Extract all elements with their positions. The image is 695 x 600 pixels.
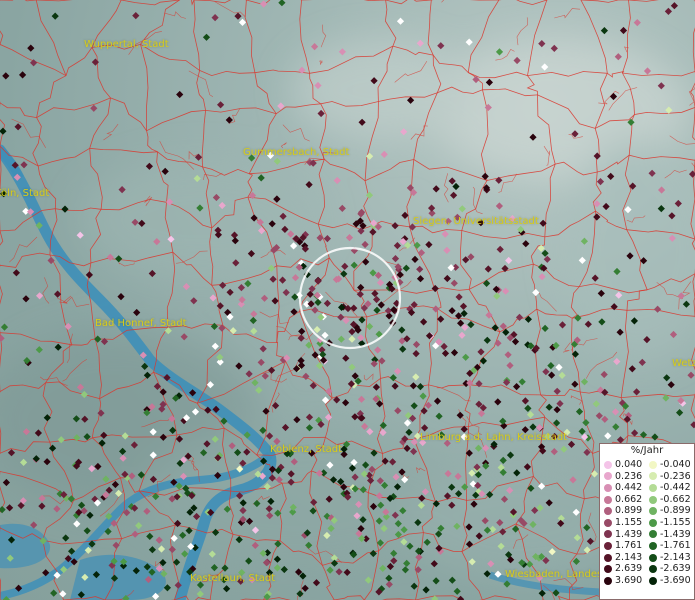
legend-swatch <box>604 530 612 539</box>
legend-swatch <box>649 483 657 492</box>
legend-entry: 0.236 <box>604 471 642 483</box>
city-label: Gummersbach, Stadt <box>243 147 350 158</box>
city-label: Köln, Stadt <box>0 188 50 199</box>
legend-swatch <box>649 495 657 504</box>
legend-entry: 2.143 <box>604 552 642 564</box>
legend-value: 0.040 <box>615 459 643 470</box>
legend-entry: -2.639 <box>649 563 691 575</box>
legend-value: 0.442 <box>615 482 643 494</box>
legend-entry: 2.639 <box>604 563 642 575</box>
legend-entry: -3.690 <box>649 575 691 587</box>
legend-value: -0.662 <box>660 493 691 505</box>
legend-entry: -1.761 <box>649 540 691 552</box>
legend-swatch <box>604 483 612 492</box>
legend-value: 1.761 <box>615 540 643 552</box>
legend-entry: -0.442 <box>649 482 691 494</box>
legend-swatch <box>604 553 612 562</box>
legend-entry: -0.040 <box>649 459 691 471</box>
legend-swatch <box>604 541 612 550</box>
legend-value: -0.899 <box>660 505 691 517</box>
legend-swatch <box>604 518 612 527</box>
legend-swatch <box>649 460 657 469</box>
legend-value: -1.439 <box>660 528 691 540</box>
legend-entry: -0.236 <box>649 471 691 483</box>
city-label: Wetzlar <box>672 358 695 369</box>
legend-entry: -0.662 <box>649 494 691 506</box>
legend-value: -1.761 <box>660 540 691 552</box>
legend-value: 1.155 <box>615 516 643 528</box>
focus-layer <box>298 246 402 350</box>
legend-swatch <box>649 553 657 562</box>
legend-value: -3.690 <box>660 574 691 586</box>
legend-entry: 0.899 <box>604 505 642 517</box>
legend-value: -0.236 <box>660 470 691 482</box>
legend-swatch <box>649 507 657 516</box>
legend-value: -2.639 <box>660 563 691 575</box>
legend-value: 2.639 <box>615 563 643 575</box>
map-view[interactable]: Wuppertal, Stadt Gummersbach, Stadt Köln… <box>0 0 695 600</box>
legend-swatch <box>649 530 657 539</box>
legend-positive-column: 0.040 0.236 0.442 0.662 0.899 1.155 1.439 1.761… <box>604 459 642 587</box>
legend-entry: 0.442 <box>604 482 642 494</box>
legend-swatch <box>604 472 612 481</box>
legend-entry: -1.439 <box>649 529 691 541</box>
legend-entry: 1.761 <box>604 540 642 552</box>
legend-swatch <box>604 565 612 574</box>
legend-entry: 0.662 <box>604 494 642 506</box>
legend-swatch <box>604 507 612 516</box>
legend-swatch <box>649 541 657 550</box>
city-label: Kastellaun, Stadt <box>190 573 276 584</box>
legend-value: -0.442 <box>660 482 691 494</box>
selection-circle[interactable] <box>298 246 402 350</box>
city-label: Koblenz, Stadt <box>270 444 343 455</box>
legend-value: 2.143 <box>615 551 643 563</box>
legend-swatch <box>649 518 657 527</box>
legend-value: 0.899 <box>615 505 643 517</box>
legend-swatch <box>649 472 657 481</box>
legend-title: %/Jahr <box>630 445 664 456</box>
city-label: Siegen, Universitätsstadt <box>413 216 539 227</box>
legend-entry: 0.040 <box>604 459 642 471</box>
city-label: Bad Honnef, Stadt <box>95 318 187 329</box>
legend-value: 1.439 <box>615 528 643 540</box>
legend-entry: 1.439 <box>604 529 642 541</box>
legend-entry: -0.899 <box>649 505 691 517</box>
legend-entry: -2.143 <box>649 552 691 564</box>
city-label: Limburg a.d. Lahn, Kreisstadt <box>420 432 568 443</box>
legend-value: 0.236 <box>615 470 643 482</box>
legend-value: -0.040 <box>660 459 691 470</box>
legend-swatch <box>604 460 612 469</box>
legend-swatch <box>649 565 657 574</box>
map-legend: %/Jahr 0.040 0.236 0.442 0.662 0.899 1.155 1.4… <box>599 443 695 600</box>
legend-negative-column: -0.040 -0.236 -0.442 -0.662 -0.899 -1.155 -1.4… <box>649 459 691 587</box>
legend-swatch <box>649 576 657 585</box>
legend-entry: 3.690 <box>604 575 642 587</box>
legend-value: 3.690 <box>615 574 643 586</box>
legend-entry: -1.155 <box>649 517 691 529</box>
legend-value: -2.143 <box>660 551 691 563</box>
legend-swatch <box>604 495 612 504</box>
city-label: Wuppertal, Stadt <box>84 39 169 50</box>
legend-value: 0.662 <box>615 493 643 505</box>
legend-value: -1.155 <box>660 516 691 528</box>
legend-swatch <box>604 576 612 585</box>
legend-entry: 1.155 <box>604 517 642 529</box>
city-label: Wiesbaden, Landes <box>505 569 603 580</box>
